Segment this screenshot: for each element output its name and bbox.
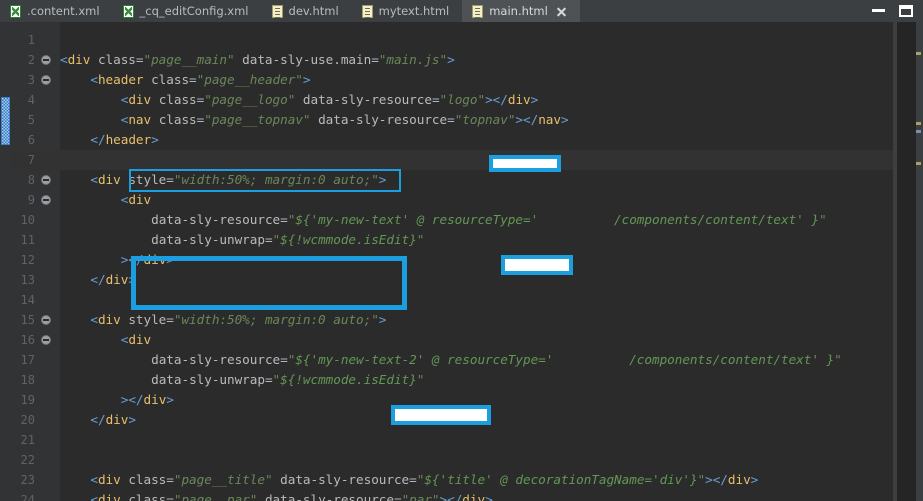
code-line-text: <div class="page__par" data-sly-resource… <box>90 492 493 501</box>
fold-collapse-icon[interactable] <box>41 315 51 325</box>
code-line[interactable]: 17 data-sly-resource="${'my-new-text-2' … <box>0 350 923 370</box>
code-line-text: <div style="width:50%; margin:0 auto;"> <box>90 312 387 327</box>
code-line-text: <div <box>120 192 152 207</box>
html-file-icon <box>361 4 373 18</box>
code-line[interactable]: 18 data-sly-unwrap="${!wcmmode.isEdit}" <box>0 370 923 390</box>
code-line-text: </div> <box>90 272 136 287</box>
code-line-text: </div> <box>90 412 136 427</box>
redaction-fill <box>395 409 487 421</box>
fold-collapse-icon[interactable] <box>41 175 51 185</box>
redaction-fill <box>493 159 557 168</box>
code-line[interactable]: 24 <div class="page__par" data-sly-resou… <box>0 490 923 501</box>
code-line-text: <div class="page__title" data-sly-resour… <box>90 472 759 487</box>
code-line-text: <div class="page__logo" data-sly-resourc… <box>120 92 539 107</box>
ide-window: .content.xml _cq_editConfig.xml dev.html… <box>0 0 923 501</box>
error-stripe[interactable] <box>893 22 923 501</box>
editor-tab-main-html[interactable]: main.html <box>462 0 580 22</box>
fold-collapse-icon[interactable] <box>41 335 51 345</box>
editor-tab-strip: .content.xml _cq_editConfig.xml dev.html… <box>0 0 866 22</box>
code-line[interactable]: 1 <box>0 30 923 50</box>
code-line-text: data-sly-resource="${'my-new-text' @ res… <box>151 212 827 227</box>
code-line[interactable]: 7 <box>0 150 923 170</box>
code-line[interactable]: 11 data-sly-unwrap="${!wcmmode.isEdit}" <box>0 230 923 250</box>
code-line[interactable]: 16 <div <box>0 330 923 350</box>
code-line-text: <nav class="page__topnav" data-sly-resou… <box>120 112 569 127</box>
redaction-box-line-10 <box>489 155 561 172</box>
html-file-icon <box>472 4 484 18</box>
stripe-mark-info[interactable] <box>916 130 921 133</box>
editor-tab-label: .content.xml <box>27 4 100 18</box>
highlight-box-line-11 <box>129 169 401 192</box>
code-line-text: <div class="page__main" data-sly-use.mai… <box>60 52 455 67</box>
editor-tab-cq-editconfig-xml[interactable]: _cq_editConfig.xml <box>112 0 262 22</box>
title-bar: .content.xml _cq_editConfig.xml dev.html… <box>0 0 923 22</box>
editor-tab-mytext-html[interactable]: mytext.html <box>351 0 463 22</box>
fold-collapse-icon[interactable] <box>41 55 51 65</box>
redaction-box-line-27 <box>391 405 491 425</box>
editor-marker-stripe[interactable] <box>0 22 10 501</box>
code-line-text: ></div> <box>120 392 174 407</box>
minimize-icon[interactable] <box>872 6 885 17</box>
editor-tab-label: _cq_editConfig.xml <box>139 4 249 18</box>
xml-file-icon <box>10 4 21 18</box>
maximize-icon[interactable] <box>899 5 913 17</box>
code-line-text: data-sly-unwrap="${!wcmmode.isEdit}" <box>151 372 425 387</box>
code-line[interactable]: 22 <box>0 450 923 470</box>
fold-collapse-icon[interactable] <box>41 75 51 85</box>
code-line[interactable]: 2 <div class="page__main" data-sly-use.ma… <box>0 50 923 70</box>
code-line[interactable]: 9 <div <box>0 190 923 210</box>
code-editor[interactable]: 1 2 <div class="page__main" data-sly-use.m… <box>0 22 923 501</box>
editor-tab-label: dev.html <box>288 4 339 18</box>
code-line[interactable]: 3 <header class="page__header"> <box>0 70 923 90</box>
fold-collapse-icon[interactable] <box>41 195 51 205</box>
code-line[interactable]: 5 <nav class="page__topnav" data-sly-res… <box>0 110 923 130</box>
code-line[interactable]: 4 <div class="page__logo" data-sly-resou… <box>0 90 923 110</box>
redaction-fill <box>505 259 569 271</box>
highlight-box-lines-17-19 <box>131 256 407 310</box>
stripe-mark-warning[interactable] <box>916 122 921 125</box>
code-line[interactable]: 10 data-sly-resource="${'my-new-text' @ … <box>0 210 923 230</box>
editor-tab-content-xml[interactable]: .content.xml <box>0 0 113 22</box>
editor-tab-dev-html[interactable]: dev.html <box>261 0 352 22</box>
error-stripe-track <box>897 22 916 501</box>
editor-tab-label: main.html <box>489 4 548 18</box>
close-icon[interactable] <box>556 6 567 17</box>
stripe-mark-warning[interactable] <box>916 52 921 55</box>
scrollbar-thumb[interactable] <box>1 97 10 145</box>
code-line[interactable]: 6 </header> <box>0 130 923 150</box>
code-line-text: data-sly-unwrap="${!wcmmode.isEdit}" <box>151 232 425 247</box>
redaction-box-line-17 <box>501 255 573 275</box>
code-line-text: <header class="page__header"> <box>90 72 311 87</box>
code-line-text: <div <box>120 332 152 347</box>
code-line-text: data-sly-resource="${'my-new-text-2' @ r… <box>151 352 842 367</box>
code-line[interactable]: 15 <div style="width:50%; margin:0 auto;… <box>0 310 923 330</box>
code-line[interactable]: 23 <div class="page__title" data-sly-res… <box>0 470 923 490</box>
editor-tab-label: mytext.html <box>378 4 450 18</box>
xml-file-icon <box>122 4 134 18</box>
code-line[interactable]: 21 <box>0 430 923 450</box>
code-line-text: </header> <box>90 132 159 147</box>
stripe-mark-warning[interactable] <box>916 162 921 165</box>
html-file-icon <box>271 4 283 18</box>
window-controls <box>866 0 923 22</box>
